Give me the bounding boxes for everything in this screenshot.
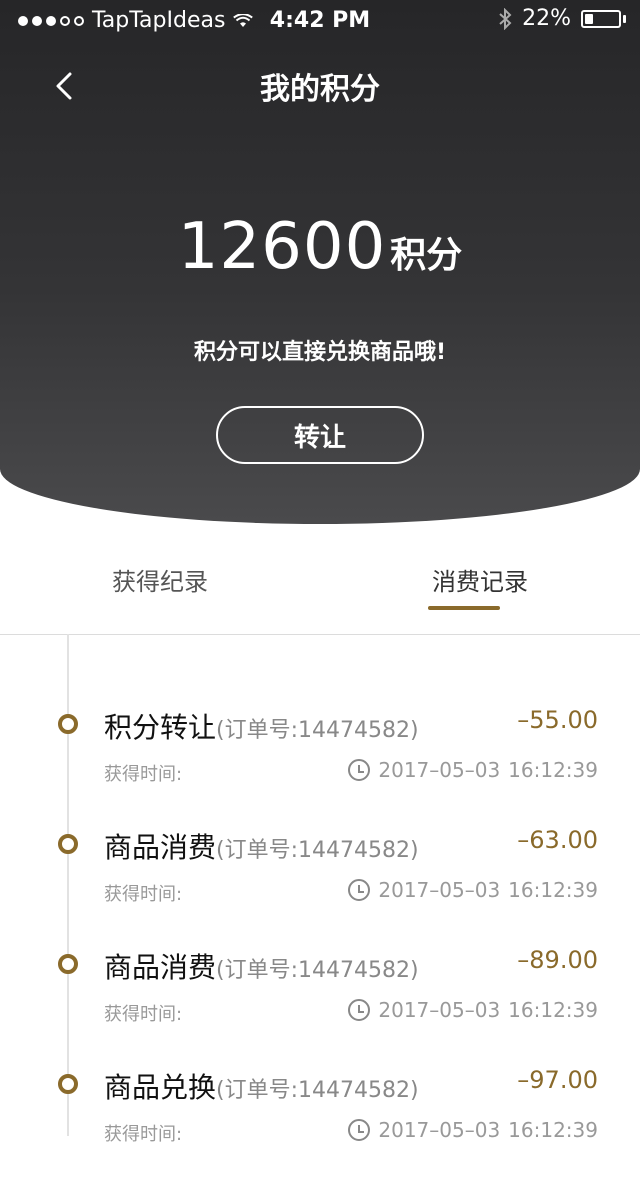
timeline-node [58,834,78,854]
record-item[interactable]: 积分转让(订单号:14474582) –55.00 获得时间: 2017–05–… [0,704,640,824]
clock-icon [348,1119,371,1141]
record-date: 2017–05–03 [378,998,501,1022]
record-title-line: 商品消费(订单号:14474582) [104,826,419,866]
record-item[interactable]: 商品消费(订单号:14474582) –89.00 获得时间: 2017–05–… [0,944,640,1064]
battery-icon [581,9,626,28]
record-amount: –55.00 [517,706,598,734]
record-title: 商品兑换 [104,1071,217,1104]
time-label: 获得时间: [104,884,183,905]
points-value: 12600 [177,210,387,284]
status-bar-right: 22% [498,6,626,31]
status-bar: TapTapIdeas 4:42 PM 22% [0,0,640,40]
record-time: 16:12:39 [508,758,598,782]
record-title-line: 商品消费(订单号:14474582) [104,946,419,986]
clock-icon [348,759,371,781]
time-label: 获得时间: [104,764,183,785]
record-item[interactable]: 商品兑换(订单号:14474582) –97.00 获得时间: 2017–05–… [0,1064,640,1184]
record-title-line: 商品兑换(订单号:14474582) [104,1066,419,1106]
record-timestamp: 2017–05–03 16:12:39 [348,1118,598,1142]
record-date: 2017–05–03 [378,1118,501,1142]
points-unit: 积分 [390,235,463,276]
time-label: 获得时间: [104,1124,183,1145]
order-number: (订单号:14474582) [216,958,419,983]
tab-earned-records[interactable]: 获得纪录 [0,546,320,634]
record-timestamp: 2017–05–03 16:12:39 [348,758,598,782]
record-amount: –97.00 [517,1066,598,1094]
record-timestamp: 2017–05–03 16:12:39 [348,998,598,1022]
time-label: 获得时间: [104,1004,183,1025]
record-time: 16:12:39 [508,998,598,1022]
record-title: 商品消费 [104,831,217,864]
order-number: (订单号:14474582) [216,718,419,743]
timeline-node [58,714,78,734]
points-header: TapTapIdeas 4:42 PM 22% 我的积分 12600 积分 积分… [0,0,640,524]
bluetooth-icon [499,7,512,30]
record-date: 2017–05–03 [378,878,501,902]
points-hint: 积分可以直接兑换商品哦! [193,340,447,365]
record-tabs: 获得纪录 消费记录 [0,546,640,635]
record-title-line: 积分转让(订单号:14474582) [104,706,419,746]
record-time: 16:12:39 [508,1118,598,1142]
tab-label: 消费记录 [432,568,528,596]
record-amount: –89.00 [517,946,598,974]
record-amount: –63.00 [517,826,598,854]
tab-spent-records[interactable]: 消费记录 [320,546,640,634]
order-number: (订单号:14474582) [216,1078,419,1103]
timeline-node [58,1074,78,1094]
points-balance: 12600 积分 [0,212,640,282]
transfer-button[interactable]: 转让 [216,406,424,464]
active-tab-indicator [428,606,500,610]
tab-label: 获得纪录 [112,568,208,596]
record-timestamp: 2017–05–03 16:12:39 [348,878,598,902]
timeline-node [58,954,78,974]
record-date: 2017–05–03 [378,758,501,782]
record-time: 16:12:39 [508,878,598,902]
record-item[interactable]: 商品消费(订单号:14474582) –63.00 获得时间: 2017–05–… [0,824,640,944]
battery-percent: 22% [522,6,571,31]
clock-icon [348,999,371,1021]
record-title: 商品消费 [104,951,217,984]
record-title: 积分转让 [104,711,217,744]
order-number: (订单号:14474582) [216,838,419,863]
navigation-bar: 我的积分 [0,58,640,110]
page-title: 我的积分 [260,72,380,107]
clock-icon [348,879,371,901]
